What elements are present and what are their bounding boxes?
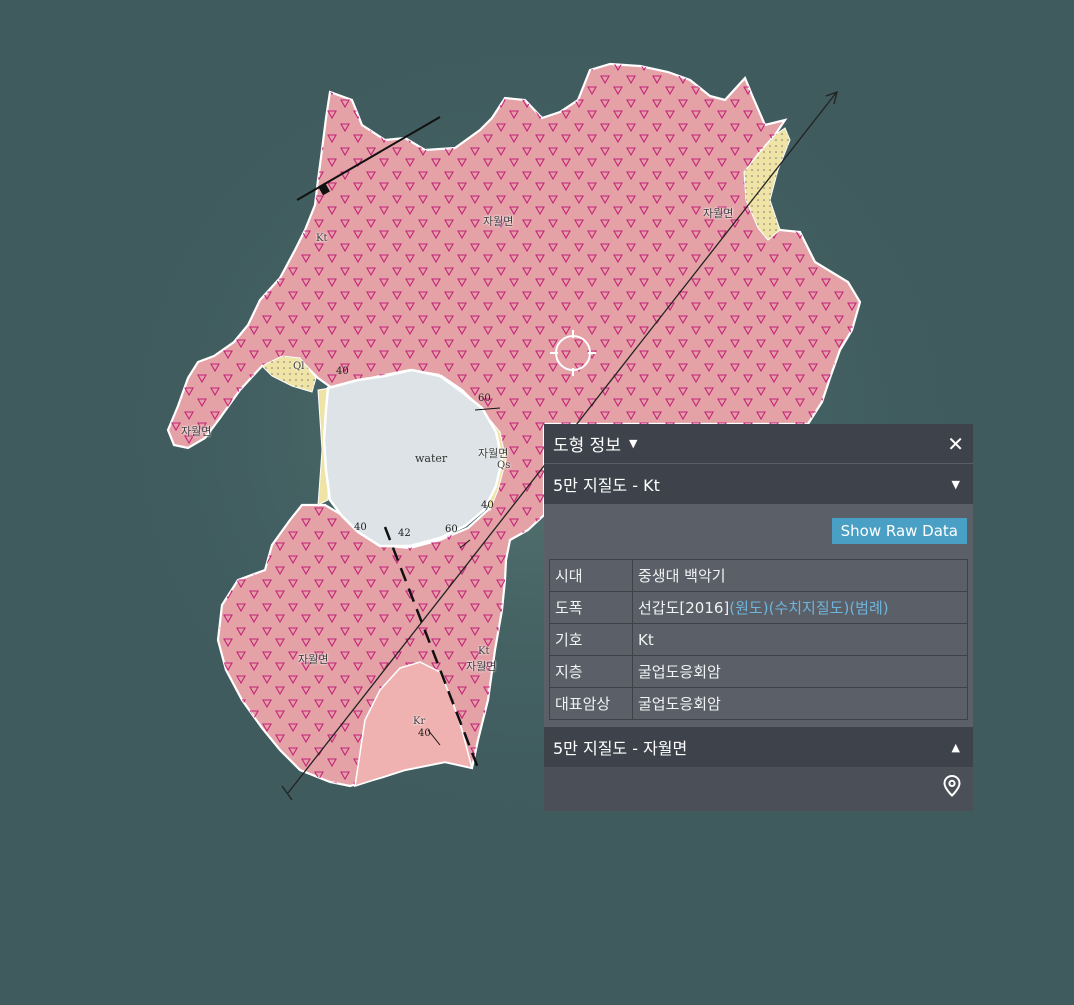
section-header-kt[interactable]: 5만 지질도 - Kt ▼	[544, 464, 973, 504]
attr-value-era: 중생대 백악기	[632, 559, 968, 592]
dip-label: 60	[478, 393, 491, 404]
map-label-jawol-top-right: 자월면	[703, 207, 734, 220]
map-label-jawol-top: 자월면	[483, 215, 514, 228]
caret-down-icon[interactable]: ▼	[952, 478, 960, 491]
map-label-kr: Kr	[413, 716, 426, 727]
dip-label: 42	[398, 528, 411, 539]
section-body-kt: Show Raw Data 시대 중생대 백악기 도폭 선갑도[2016](원도…	[544, 504, 973, 727]
section-body-jawol	[544, 767, 973, 809]
caret-up-icon[interactable]: ▲	[952, 741, 960, 754]
attribute-table: 시대 중생대 백악기 도폭 선갑도[2016](원도)(수치지질도)(범례) 기…	[549, 559, 968, 720]
feature-info-panel: 도형 정보 ▼ ✕ 5만 지질도 - Kt ▼ Show Raw Data 시대…	[544, 424, 973, 811]
attr-key-rock: 대표암상	[549, 687, 633, 720]
attr-value-sheet: 선갑도[2016](원도)(수치지질도)(범례)	[632, 591, 968, 624]
attr-key-stratum: 지층	[549, 655, 633, 688]
table-row: 시대 중생대 백악기	[549, 559, 968, 592]
map-label-jawol-bottom-right: 자월면	[466, 660, 497, 673]
map-label-kt-bottom: Kt	[478, 646, 490, 657]
map-pin-icon[interactable]	[943, 775, 961, 797]
map-label-qs: Qs	[497, 460, 511, 471]
map-label-ql: Ql	[293, 361, 305, 372]
link-digital-map[interactable]: (수치지질도)	[769, 599, 850, 617]
dip-label: 40	[418, 728, 431, 739]
caret-down-icon[interactable]: ▼	[629, 437, 637, 450]
section-header-jawol[interactable]: 5만 지질도 - 자월면 ▲	[544, 727, 973, 767]
map-label-jawol-center-right: 자월면	[478, 447, 509, 460]
map-label-jawol-left: 자월면	[181, 425, 212, 438]
attr-key-symbol: 기호	[549, 623, 633, 656]
dip-label: 60	[445, 524, 458, 535]
link-legend[interactable]: (범례)	[849, 599, 888, 617]
attr-key-era: 시대	[549, 559, 633, 592]
attr-value-stratum: 굴업도응회암	[632, 655, 968, 688]
dip-label: 40	[481, 500, 494, 511]
attr-key-sheet: 도폭	[549, 591, 633, 624]
map-label-jawol-bottom-left: 자월면	[298, 653, 329, 666]
table-row: 기호 Kt	[549, 623, 968, 656]
show-raw-data-button[interactable]: Show Raw Data	[831, 518, 967, 544]
dip-label: 40	[336, 366, 349, 377]
panel-header: 도형 정보 ▼ ✕	[544, 424, 973, 464]
map-label-kt-top: Kt	[316, 233, 328, 244]
dip-label: 40	[354, 522, 367, 533]
section-title-kt: 5만 지질도 - Kt	[553, 476, 660, 495]
map-label-water: water	[415, 452, 448, 465]
section-title-jawol: 5만 지질도 - 자월면	[553, 739, 688, 758]
panel-title[interactable]: 도형 정보	[553, 431, 621, 456]
table-row: 도폭 선갑도[2016](원도)(수치지질도)(범례)	[549, 591, 968, 624]
table-row: 지층 굴업도응회암	[549, 655, 968, 688]
table-row: 대표암상 굴업도응회암	[549, 687, 968, 720]
sheet-name: 선갑도[2016]	[638, 599, 730, 617]
attr-value-rock: 굴업도응회암	[632, 687, 968, 720]
link-original-map[interactable]: (원도)	[729, 599, 768, 617]
attr-value-symbol: Kt	[632, 623, 968, 656]
close-icon[interactable]: ✕	[947, 432, 964, 456]
